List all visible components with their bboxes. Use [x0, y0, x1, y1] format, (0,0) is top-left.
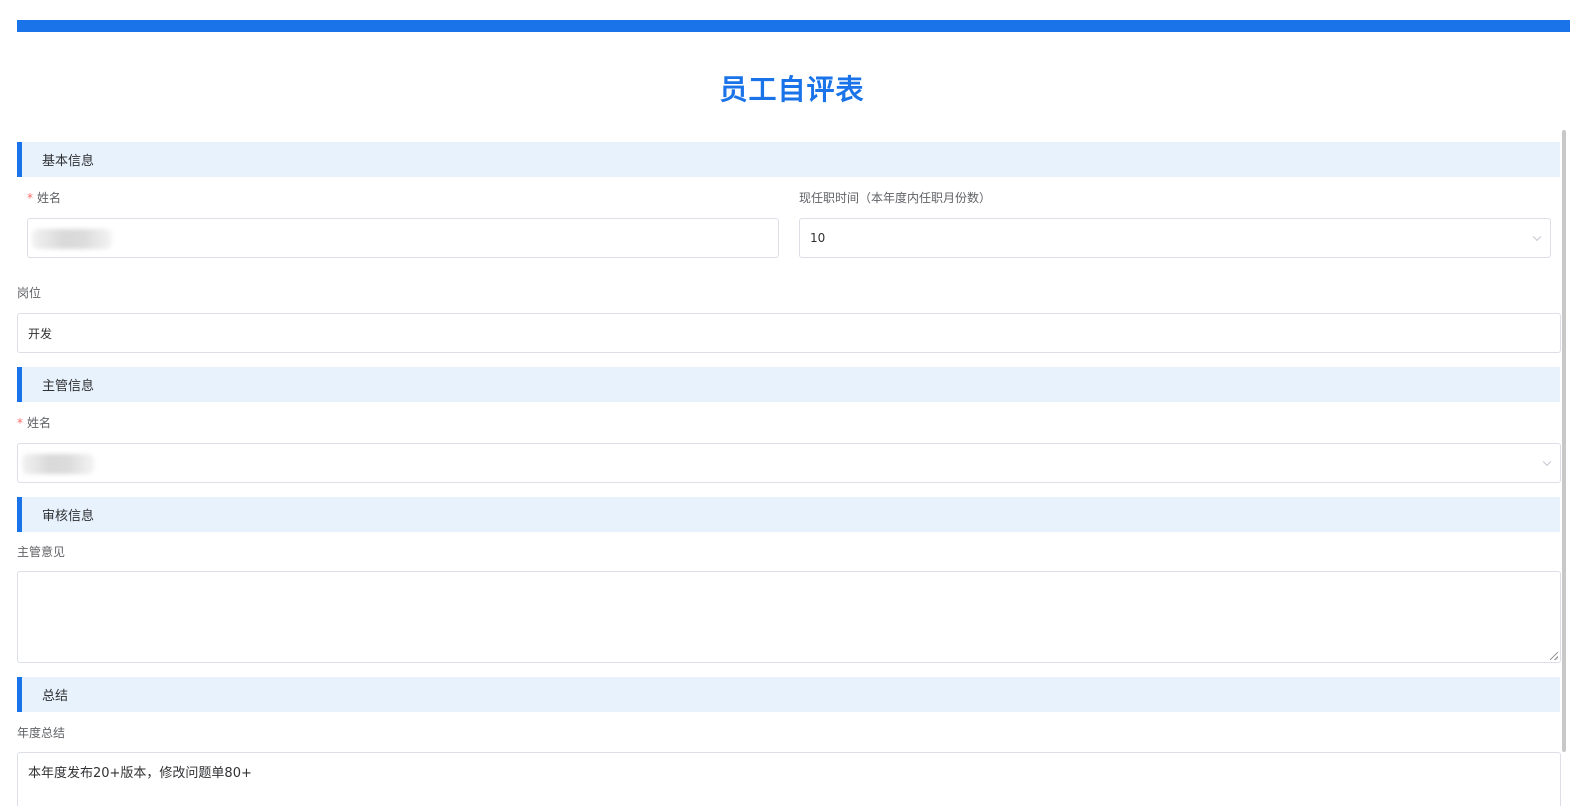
employee-name-input[interactable]	[27, 218, 779, 258]
position-value: 开发	[28, 326, 53, 341]
self-evaluation-page: 员工自评表 基本信息 * 姓名 现任职时间（本年度内任职月份数） 10 岗位 开发…	[0, 0, 1570, 806]
resize-handle-icon[interactable]	[1550, 652, 1558, 660]
chevron-down-icon	[1532, 232, 1542, 242]
section-title-basic: 基本信息	[42, 154, 95, 169]
supervisor-name-label: * 姓名	[17, 416, 52, 430]
supervisor-opinion-label: 主管意见	[17, 545, 66, 559]
section-title-summary: 总结	[42, 689, 69, 704]
required-marker: *	[17, 416, 23, 430]
tenure-select[interactable]: 10	[799, 218, 1551, 258]
section-header-summary: 总结	[17, 677, 1560, 712]
page-scrollbar[interactable]	[1562, 130, 1566, 752]
annual-summary-value: 本年度发布20+版本，修改问题单80+	[28, 766, 252, 781]
annual-summary-textarea[interactable]: 本年度发布20+版本，修改问题单80+	[17, 752, 1561, 806]
section-header-supervisor: 主管信息	[17, 367, 1560, 402]
supervisor-opinion-textarea[interactable]	[17, 571, 1561, 663]
chevron-down-icon	[1542, 457, 1552, 467]
section-title-supervisor: 主管信息	[42, 379, 95, 394]
redacted-name	[22, 454, 94, 474]
employee-name-label: * 姓名	[27, 191, 62, 205]
tenure-label: 现任职时间（本年度内任职月份数）	[799, 191, 992, 205]
position-input[interactable]: 开发	[17, 313, 1561, 353]
annual-summary-label: 年度总结	[17, 726, 66, 740]
top-accent-bar	[17, 20, 1570, 32]
tenure-value: 10	[810, 231, 826, 245]
section-header-review: 审核信息	[17, 497, 1560, 532]
section-header-basic: 基本信息	[17, 142, 1560, 177]
position-label: 岗位	[17, 286, 42, 300]
redacted-name	[32, 229, 112, 249]
page-title: 员工自评表	[719, 73, 865, 106]
supervisor-name-select[interactable]	[17, 443, 1561, 483]
required-marker: *	[27, 191, 33, 205]
section-title-review: 审核信息	[42, 509, 95, 524]
